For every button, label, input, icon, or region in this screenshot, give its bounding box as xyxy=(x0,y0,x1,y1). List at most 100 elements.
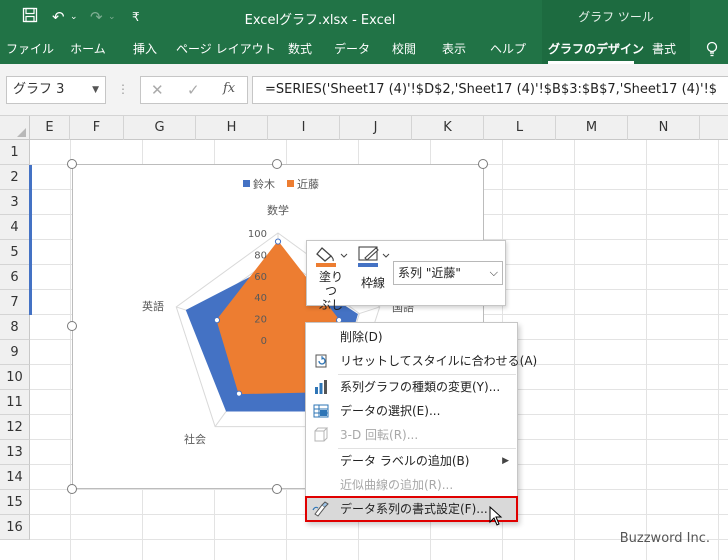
fill-label-line2: ぶし xyxy=(318,298,343,312)
row-header-4[interactable]: 4 xyxy=(0,215,30,240)
axis-tick-label: 60 xyxy=(254,272,267,283)
tab-view[interactable]: 表示 xyxy=(434,34,474,64)
row-header-10[interactable]: 10 xyxy=(0,365,30,390)
series-selector-value: 系列 "近藤" xyxy=(398,266,461,280)
menu-item-label: 近似曲線の追加(R)... xyxy=(340,478,454,492)
row-header-6[interactable]: 6 xyxy=(0,265,30,290)
column-header-e[interactable]: E xyxy=(30,116,70,140)
tab-file[interactable]: ファイル xyxy=(6,34,54,64)
menu-item-reset-style[interactable]: リセットしてスタイルに合わせる(A) xyxy=(306,349,537,373)
column-header-f[interactable]: F xyxy=(70,116,124,140)
row-header-3[interactable]: 3 xyxy=(0,190,30,215)
row-header-8[interactable]: 8 xyxy=(0,315,30,340)
column-header-h[interactable]: H xyxy=(196,116,268,140)
category-label: 数学 xyxy=(267,203,289,217)
paint-bucket-icon xyxy=(316,247,348,267)
series-selection-marker xyxy=(213,317,221,324)
name-box-value: グラフ 3 xyxy=(13,82,65,97)
row-header-2[interactable]: 2 xyxy=(0,165,30,190)
menu-item-label: 系列グラフの種類の変更(Y)... xyxy=(340,380,501,394)
row-header-5[interactable]: 5 xyxy=(0,240,30,265)
row-header-16[interactable]: 16 xyxy=(0,515,30,540)
resize-handle-bottom[interactable] xyxy=(272,484,282,494)
series-selection-marker xyxy=(274,238,282,245)
resize-handle-top[interactable] xyxy=(272,159,282,169)
chevron-down-icon[interactable]: ⌵ xyxy=(490,262,498,284)
lightbulb-icon[interactable] xyxy=(700,34,724,64)
row-header-9[interactable]: 9 xyxy=(0,340,30,365)
legend-label: 近藤 xyxy=(297,178,319,191)
chart-tools-header: グラフ ツール xyxy=(542,0,690,34)
column-header-k[interactable]: K xyxy=(412,116,484,140)
row-header-15[interactable]: 15 xyxy=(0,490,30,515)
menu-item-3d-rotation: 3-D 回転(R)... xyxy=(306,423,517,447)
enter-icon[interactable]: ✓ xyxy=(187,81,200,99)
select-data-icon xyxy=(312,403,330,419)
row-header-7[interactable]: 7 xyxy=(0,290,30,315)
resize-handle-left[interactable] xyxy=(67,321,77,331)
axis-tick-label: 0 xyxy=(261,336,267,347)
formula-input[interactable]: =SERIES('Sheet17 (4)'!$D$2,'Sheet17 (4)'… xyxy=(252,76,728,104)
formula-buttons: ✕ ✓ fx xyxy=(140,76,248,104)
column-header-g[interactable]: G xyxy=(124,116,196,140)
resize-handle-top-right[interactable] xyxy=(478,159,488,169)
title-bar: ↶ ⌄ ↷ ⌄ ₹ Excelグラフ.xlsx - Excel グラフ ツール xyxy=(0,0,728,34)
insert-function-icon[interactable]: fx xyxy=(223,81,235,96)
menu-item-label: 3-D 回転(R)... xyxy=(340,428,419,442)
mini-toolbar: 塗りつ ぶし 枠線 系列 "近藤" ⌵ xyxy=(306,240,506,312)
row-header-14[interactable]: 14 xyxy=(0,465,30,490)
axis-tick-label: 100 xyxy=(248,229,267,240)
menu-item-add-data-labels[interactable]: データ ラベルの追加(B) ▶ xyxy=(306,449,517,473)
column-header-i[interactable]: I xyxy=(268,116,340,140)
format-series-icon xyxy=(312,501,330,517)
submenu-arrow-icon: ▶ xyxy=(502,456,509,466)
grip-icon: ⋮ xyxy=(117,82,129,96)
select-all-button[interactable] xyxy=(0,116,30,140)
tab-insert[interactable]: 挿入 xyxy=(124,34,166,64)
tab-page-layout[interactable]: ページ レイアウト xyxy=(176,34,276,64)
reset-style-icon xyxy=(312,353,330,369)
menu-item-delete[interactable]: 削除(D) xyxy=(306,325,517,349)
tab-formulas[interactable]: 数式 xyxy=(280,34,320,64)
formula-area: グラフ 3 ▼ ⋮ ✕ ✓ fx =SERIES('Sheet17 (4)'!$… xyxy=(0,64,728,116)
tab-review[interactable]: 校閲 xyxy=(384,34,424,64)
fill-button[interactable]: 塗りつ ぶし xyxy=(313,245,349,312)
fill-label-line1: 塗りつ xyxy=(318,270,343,298)
menu-item-label: 削除(D) xyxy=(340,330,383,344)
name-box[interactable]: グラフ 3 ▼ xyxy=(6,76,106,104)
legend-swatch xyxy=(243,180,250,187)
column-header-j[interactable]: J xyxy=(340,116,412,140)
menu-item-select-data[interactable]: データの選択(E)... xyxy=(306,399,517,423)
3d-rotation-icon xyxy=(312,427,330,443)
chart-type-icon xyxy=(312,379,330,395)
series-selector[interactable]: 系列 "近藤" ⌵ xyxy=(393,261,503,285)
tab-home[interactable]: ホーム xyxy=(64,34,112,64)
resize-handle-top-left[interactable] xyxy=(67,159,77,169)
outline-button[interactable]: 枠線 xyxy=(355,245,391,290)
menu-item-change-chart-type[interactable]: 系列グラフの種類の変更(Y)... xyxy=(306,375,517,399)
resize-handle-bottom-left[interactable] xyxy=(67,484,77,494)
category-label: 社会 xyxy=(184,432,206,446)
row-header-1[interactable]: 1 xyxy=(0,140,30,165)
row-header-13[interactable]: 13 xyxy=(0,440,30,465)
chevron-down-icon[interactable]: ▼ xyxy=(92,77,99,103)
axis-tick-label: 20 xyxy=(254,315,267,326)
menu-item-label: リセットしてスタイルに合わせる(A) xyxy=(340,354,538,368)
row-header-12[interactable]: 12 xyxy=(0,415,30,440)
outline-label: 枠線 xyxy=(360,276,385,290)
column-header-n[interactable]: N xyxy=(628,116,700,140)
tab-chart-design[interactable]: グラフのデザイン xyxy=(548,34,644,64)
mouse-pointer-icon xyxy=(489,505,503,529)
tab-data[interactable]: データ xyxy=(330,34,374,64)
column-header-m[interactable]: M xyxy=(556,116,628,140)
tab-format[interactable]: 書式 xyxy=(644,34,684,64)
series-selection-marker xyxy=(235,390,243,397)
column-header-l[interactable]: L xyxy=(484,116,556,140)
cancel-icon[interactable]: ✕ xyxy=(151,81,164,99)
menu-item-format-data-series[interactable]: データ系列の書式設定(F)... xyxy=(305,496,518,522)
menu-item-label: データの選択(E)... xyxy=(340,404,441,418)
context-menu: 削除(D) リセットしてスタイルに合わせる(A) 系列グラフの種類の変更(Y).… xyxy=(305,322,537,522)
category-label: 英語 xyxy=(142,299,164,313)
tab-help[interactable]: ヘルプ xyxy=(484,34,532,64)
row-header-11[interactable]: 11 xyxy=(0,390,30,415)
